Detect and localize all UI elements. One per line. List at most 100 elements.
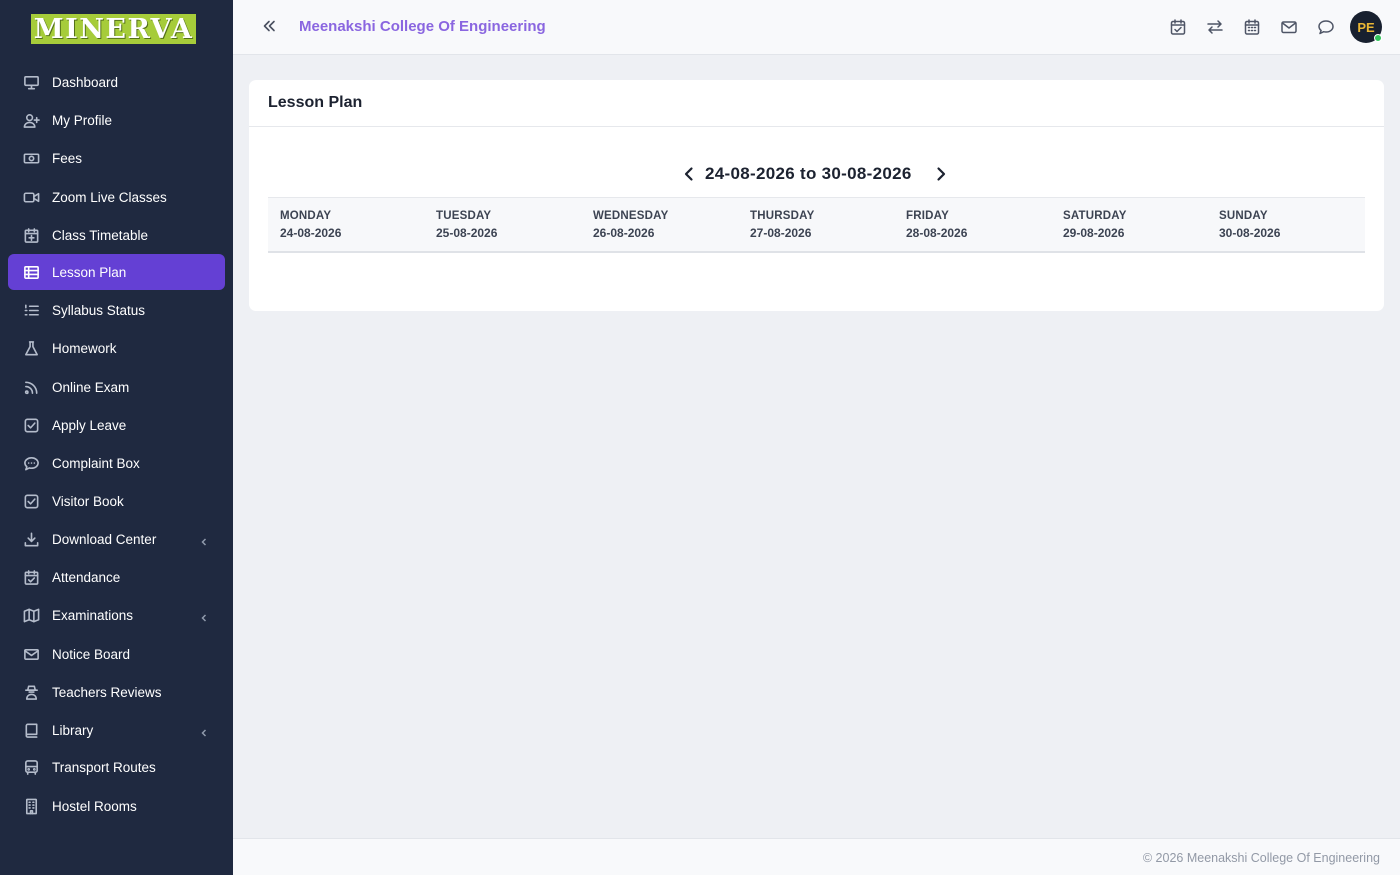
sidebar-item-label: Apply Leave	[52, 417, 127, 433]
chevron-left-icon	[199, 610, 209, 622]
previous-week-button[interactable]	[681, 165, 697, 183]
sidebar-item-complaint-box[interactable]: Complaint Box	[8, 445, 225, 481]
sidebar-item-dashboard[interactable]: Dashboard	[8, 64, 225, 100]
week-range: 24-08-2026 to 30-08-2026	[705, 164, 912, 183]
sidebar-item-transport-routes[interactable]: Transport Routes	[8, 749, 225, 785]
sidebar-item-fees[interactable]: Fees	[8, 140, 225, 176]
exchange-icon[interactable]	[1206, 18, 1225, 37]
building-icon	[22, 797, 40, 815]
day-date: 24-08-2026	[280, 226, 342, 240]
check-square-icon	[22, 416, 40, 434]
calendar-icon[interactable]	[1243, 18, 1262, 37]
double-chevron-left-icon	[263, 20, 275, 32]
day-column-friday: FRIDAY 28-08-2026	[906, 210, 967, 240]
day-date: 29-08-2026	[1063, 226, 1125, 240]
sidebar-item-label: Download Center	[52, 531, 157, 547]
sidebar-item-label: Notice Board	[52, 646, 131, 662]
collapse-sidebar-button[interactable]	[261, 18, 279, 36]
calendar-check-icon[interactable]	[1169, 18, 1188, 37]
sidebar-item-label: Lesson Plan	[52, 264, 127, 280]
calendar-plus-icon	[22, 226, 40, 244]
sidebar-item-online-exam[interactable]: Online Exam	[8, 369, 225, 405]
user-secret-icon	[22, 683, 40, 701]
chevron-left-icon	[199, 534, 209, 546]
sidebar-item-notice-board[interactable]: Notice Board	[8, 636, 225, 672]
week-days-header: MONDAY 24-08-2026 TUESDAY 25-08-2026 WED…	[268, 197, 1365, 253]
sidebar-item-label: Homework	[52, 340, 117, 356]
calendar-check-icon	[22, 568, 40, 586]
day-name: SATURDAY	[1063, 210, 1127, 222]
sidebar-item-label: Visitor Book	[52, 493, 124, 509]
sidebar-item-my-profile[interactable]: My Profile	[8, 102, 225, 138]
day-name: SUNDAY	[1219, 210, 1268, 222]
chevron-left-icon	[684, 167, 693, 181]
day-column-saturday: SATURDAY 29-08-2026	[1063, 210, 1127, 240]
page-footer: © 2026 Meenakshi College Of Engineering	[233, 838, 1400, 875]
day-date: 25-08-2026	[436, 226, 498, 240]
day-column-thursday: THURSDAY 27-08-2026	[750, 210, 814, 240]
flask-icon	[22, 339, 40, 357]
sidebar-item-visitor-book[interactable]: Visitor Book	[8, 483, 225, 519]
next-week-button[interactable]	[933, 165, 949, 183]
sidebar-item-label: Fees	[52, 150, 83, 166]
download-icon	[22, 530, 40, 548]
sidebar-item-examinations[interactable]: Examinations	[8, 597, 225, 633]
day-name: THURSDAY	[750, 210, 815, 222]
video-icon	[22, 188, 40, 206]
sidebar-item-label: Hostel Rooms	[52, 798, 137, 814]
top-header: Meenakshi College Of Engineering PE	[233, 0, 1400, 55]
day-date: 30-08-2026	[1219, 226, 1281, 240]
sidebar-item-homework[interactable]: Homework	[8, 330, 225, 366]
copyright-text: © 2026 Meenakshi College Of Engineering	[1142, 851, 1380, 865]
mail-icon[interactable]	[1280, 18, 1299, 37]
card-header: Lesson Plan	[249, 80, 1384, 127]
sidebar-item-label: Zoom Live Classes	[52, 189, 167, 205]
list-icon	[22, 263, 40, 281]
logo-text: MINERVA	[33, 13, 194, 45]
sidebar-item-apply-leave[interactable]: Apply Leave	[8, 407, 225, 443]
sidebar-item-hostel-rooms[interactable]: Hostel Rooms	[8, 788, 225, 824]
sidebar-item-class-timetable[interactable]: Class Timetable	[8, 217, 225, 253]
chat-icon[interactable]	[1317, 18, 1336, 37]
sidebar-item-label: Library	[52, 722, 94, 738]
avatar-initials: PE	[1357, 19, 1375, 35]
comment-dots-icon	[22, 454, 40, 472]
sidebar-item-syllabus-status[interactable]: Syllabus Status	[8, 292, 225, 328]
day-column-sunday: SUNDAY 30-08-2026	[1219, 210, 1280, 240]
day-column-tuesday: TUESDAY 25-08-2026	[436, 210, 497, 240]
chevron-left-icon	[199, 725, 209, 737]
sidebar-item-zoom-live-classes[interactable]: Zoom Live Classes	[8, 179, 225, 215]
sidebar-item-download-center[interactable]: Download Center	[8, 521, 225, 557]
sidebar: MINERVA Dashboard My Profile Fees Zoom L…	[0, 0, 233, 875]
sidebar-item-lesson-plan[interactable]: Lesson Plan	[8, 254, 225, 290]
online-status-dot	[1374, 34, 1382, 42]
lesson-plan-card: Lesson Plan 24-08-2026 to 30-08-2026 MON…	[249, 80, 1384, 311]
sidebar-item-label: Complaint Box	[52, 455, 140, 471]
brand-logo[interactable]: MINERVA	[31, 14, 196, 44]
chevron-right-icon	[937, 167, 946, 181]
map-icon	[22, 606, 40, 624]
day-column-wednesday: WEDNESDAY 26-08-2026	[593, 210, 669, 240]
sidebar-item-label: Dashboard	[52, 74, 119, 90]
sidebar-item-label: Teachers Reviews	[52, 684, 162, 700]
college-name[interactable]: Meenakshi College Of Engineering	[299, 18, 546, 35]
day-name: MONDAY	[280, 210, 332, 222]
monitor-icon	[22, 73, 40, 91]
list-ol-icon	[22, 301, 40, 319]
week-navigator: 24-08-2026 to 30-08-2026	[249, 162, 1384, 186]
page-title: Lesson Plan	[268, 94, 363, 111]
avatar[interactable]: PE	[1350, 11, 1382, 43]
sidebar-item-library[interactable]: Library	[8, 712, 225, 748]
day-date: 28-08-2026	[906, 226, 968, 240]
rss-icon	[22, 378, 40, 396]
sidebar-item-label: My Profile	[52, 112, 113, 128]
envelope-icon	[22, 645, 40, 663]
day-name: WEDNESDAY	[593, 210, 669, 222]
sidebar-item-attendance[interactable]: Attendance	[8, 559, 225, 595]
sidebar-item-label: Transport Routes	[52, 759, 156, 775]
book-icon	[22, 721, 40, 739]
check-square-icon	[22, 492, 40, 510]
day-date: 27-08-2026	[750, 226, 812, 240]
user-plus-icon	[22, 111, 40, 129]
sidebar-item-teachers-reviews[interactable]: Teachers Reviews	[8, 674, 225, 710]
